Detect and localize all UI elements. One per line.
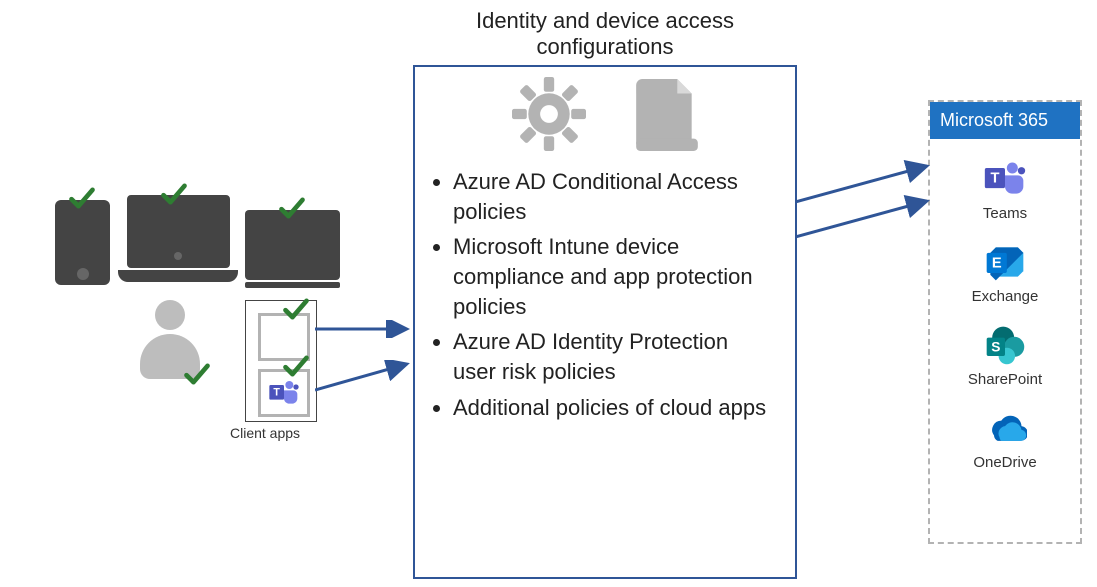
policy-item: Additional policies of cloud apps — [453, 393, 775, 423]
arrow-icon — [795, 195, 935, 245]
check-icon — [68, 184, 96, 212]
svg-text:E: E — [992, 256, 1002, 272]
onedrive-icon — [983, 406, 1027, 450]
policy-item: Azure AD Identity Protection user risk p… — [453, 327, 775, 386]
check-icon — [183, 360, 211, 388]
check-icon — [282, 295, 310, 323]
policy-list: Azure AD Conditional Access policies Mic… — [453, 167, 775, 423]
check-icon — [278, 194, 306, 222]
sharepoint-icon: S — [983, 323, 1027, 367]
check-icon — [160, 180, 188, 208]
exchange-icon: E — [983, 240, 1027, 284]
teams-icon: T — [983, 157, 1027, 201]
svc-label: SharePoint — [930, 371, 1080, 388]
check-icon — [282, 352, 310, 380]
svg-text:T: T — [273, 387, 280, 399]
laptop-icon — [118, 195, 238, 290]
arrow-icon — [795, 160, 935, 210]
arrow-icon — [315, 320, 415, 338]
client-apps-label: Client apps — [230, 425, 300, 441]
gear-icon — [512, 77, 586, 156]
policy-item: Azure AD Conditional Access policies — [453, 167, 775, 226]
center-title: Identity and device access configuration… — [420, 8, 790, 60]
svc-label: OneDrive — [930, 454, 1080, 471]
svc-onedrive: OneDrive — [930, 406, 1080, 471]
svc-label: Exchange — [930, 288, 1080, 305]
policy-item: Microsoft Intune device compliance and a… — [453, 232, 775, 321]
svc-label: Teams — [930, 205, 1080, 222]
diagram-stage: T Client apps Identity and device access… — [0, 0, 1097, 587]
svc-exchange: E Exchange — [930, 240, 1080, 305]
svc-teams: T Teams — [930, 157, 1080, 222]
config-box: Azure AD Conditional Access policies Mic… — [413, 65, 797, 579]
svg-text:T: T — [990, 171, 999, 187]
svg-text:S: S — [991, 339, 1000, 354]
arrow-icon — [315, 360, 415, 400]
m365-header: Microsoft 365 — [930, 102, 1080, 139]
svc-sharepoint: S SharePoint — [930, 323, 1080, 388]
phone-icon — [55, 200, 110, 285]
m365-box: Microsoft 365 T Teams E — [928, 100, 1082, 544]
document-icon — [636, 77, 698, 156]
